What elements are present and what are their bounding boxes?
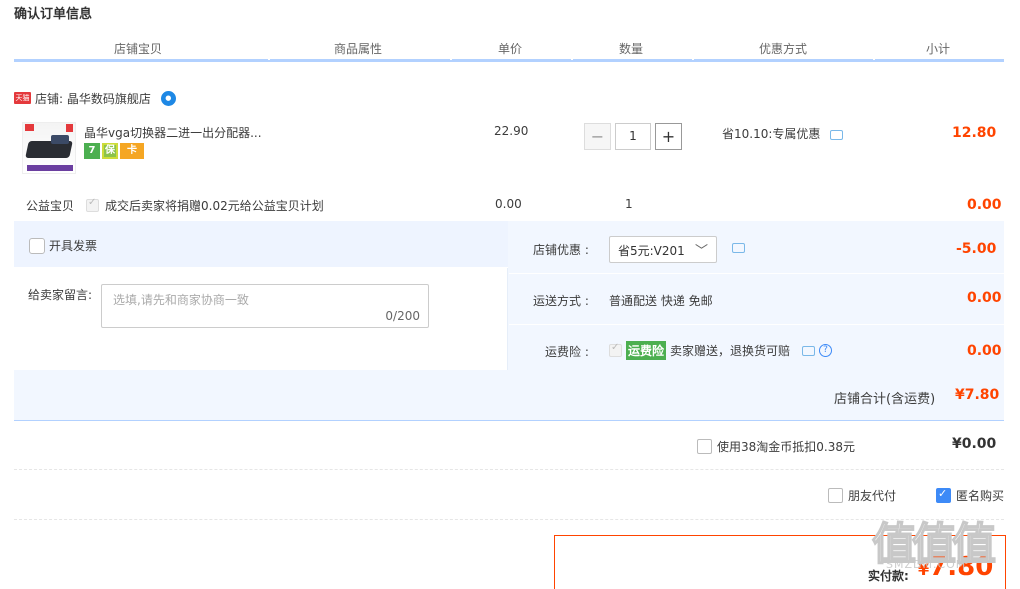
message-counter: 0/200	[385, 309, 420, 323]
coins-checkbox[interactable]	[697, 439, 712, 454]
charity-text: 成交后卖家将捐赠0.02元给公益宝贝计划	[105, 199, 324, 213]
shop-promo-value: -5.00	[956, 241, 997, 257]
message-placeholder: 选填,请先和商家协商一致	[113, 293, 249, 307]
shop-row: 天猫 店铺: 晶华数码旗舰店 ●	[14, 89, 176, 107]
insurance-label: 运费险 :	[545, 345, 589, 359]
help-icon[interactable]: ?	[819, 344, 833, 357]
shop-total-value: ¥7.80	[955, 387, 1000, 403]
credit-card-icon: 卡	[120, 143, 144, 159]
unit-price: 22.90	[494, 124, 529, 138]
shop-promo-label: 店铺优惠 :	[533, 243, 589, 257]
coins-option[interactable]: 使用38淘金币抵扣0.38元	[697, 438, 855, 455]
col-header-attr: 商品属性	[334, 42, 383, 56]
decrement-button[interactable]: −	[584, 123, 611, 150]
col-header-item: 店铺宝贝	[114, 42, 163, 56]
product-thumbnail[interactable]	[22, 122, 76, 174]
quantity-stepper: − 1 +	[584, 123, 682, 150]
shipping-cost: 0.00	[967, 290, 1002, 306]
item-subtotal: 12.80	[952, 125, 997, 141]
friend-pay-label: 朋友代付	[848, 489, 897, 503]
tmall-icon: 天猫	[14, 92, 31, 104]
charity-label: 公益宝贝	[26, 199, 75, 213]
quantity-input[interactable]: 1	[615, 123, 651, 150]
coins-label: 使用38淘金币抵扣0.38元	[717, 440, 855, 454]
coins-value: ¥0.00	[952, 436, 997, 452]
shop-total-label: 店铺合计(含运费)	[834, 392, 936, 407]
col-header-price: 单价	[498, 42, 523, 56]
invoice-checkbox[interactable]	[29, 237, 45, 254]
anonymous-label: 匿名购买	[956, 489, 1005, 503]
charity-subtotal: 0.00	[967, 197, 1002, 213]
charity-checkbox	[86, 197, 99, 212]
charity-price: 0.00	[495, 197, 522, 211]
promo-info: 省10.10:专属优惠	[722, 125, 844, 142]
insurance-cost: 0.00	[967, 343, 1002, 359]
page-title: 确认订单信息	[14, 7, 93, 22]
comment-icon[interactable]	[830, 129, 844, 140]
chat-bubble-icon[interactable]: ●	[160, 90, 176, 106]
col-header-promo: 优惠方式	[759, 42, 808, 56]
comment-icon[interactable]	[732, 243, 745, 253]
anonymous-checkbox[interactable]	[936, 487, 951, 503]
service-icons: 7 保 卡	[84, 143, 144, 159]
friend-pay-checkbox[interactable]	[828, 488, 843, 503]
shipping-method: 普通配送 快递 免邮	[609, 294, 713, 308]
friend-pay-option[interactable]: 朋友代付	[828, 487, 896, 504]
comment-icon[interactable]	[802, 345, 816, 356]
col-header-qty: 数量	[619, 42, 644, 56]
shop-promo-selected: 省5元:V201	[618, 244, 685, 258]
invoice-option[interactable]: 开具发票	[29, 237, 97, 254]
message-label: 给卖家留言:	[28, 288, 93, 302]
insurance-option: 运费险 卖家赠送，退换货可赔 ?	[609, 341, 833, 360]
insurance-badge: 运费险	[626, 341, 667, 360]
promo-text: 省10.10:专属优惠	[722, 127, 821, 141]
col-header-subtotal: 小计	[926, 42, 951, 56]
insurance-text: 卖家赠送，退换货可赔	[670, 344, 791, 358]
charity-option: 成交后卖家将捐赠0.02元给公益宝贝计划	[86, 197, 324, 214]
shop-name[interactable]: 店铺: 晶华数码旗舰店	[35, 90, 151, 107]
charity-quantity: 1	[625, 197, 633, 211]
product-name[interactable]: 晶华vga切换器二进一出分配器...	[84, 124, 262, 141]
shop-promo-select[interactable]: 省5元:V201 ﹀	[609, 236, 717, 263]
watermark-text: SMZDM.COM	[886, 558, 967, 571]
increment-button[interactable]: +	[655, 123, 682, 150]
guarantee-icon: 保	[102, 143, 118, 159]
insurance-checkbox	[609, 342, 622, 357]
seven-day-return-icon: 7	[84, 143, 100, 159]
invoice-label: 开具发票	[49, 239, 98, 253]
seller-message-input[interactable]: 选填,请先和商家协商一致 0/200	[101, 284, 429, 328]
chevron-down-icon: ﹀	[694, 244, 708, 259]
coins-row	[14, 421, 1004, 470]
anonymous-option[interactable]: 匿名购买	[936, 487, 1004, 504]
table-header: 店铺宝贝 商品属性 单价 数量 优惠方式 小计	[14, 36, 1004, 62]
shipping-label: 运送方式 :	[533, 294, 589, 308]
